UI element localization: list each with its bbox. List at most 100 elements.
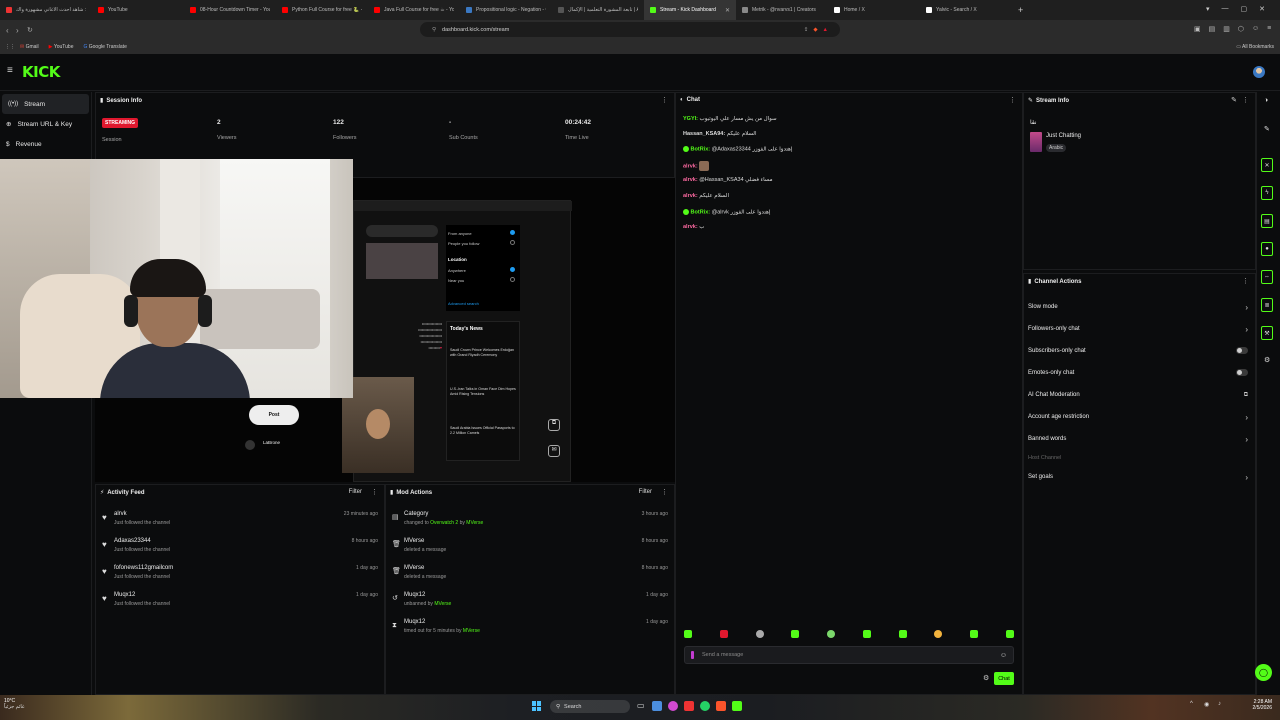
browser-tab[interactable]: Propositional logic - Negation - Chec — [460, 0, 552, 20]
emote-icon[interactable] — [898, 630, 907, 638]
taskbar-app-icon[interactable] — [684, 701, 694, 711]
emote-icon[interactable] — [719, 630, 728, 638]
whatsapp-icon[interactable] — [700, 701, 710, 711]
bookmark-gmail[interactable]: ✉ Gmail — [20, 44, 39, 50]
windows-start-icon[interactable] — [532, 701, 542, 711]
taskbar-app-icon[interactable] — [652, 701, 662, 711]
mod-menu-icon[interactable]: ⋮ — [661, 488, 668, 496]
close-window-icon[interactable]: ✕ — [1259, 5, 1265, 13]
new-tab-button[interactable]: + — [1018, 5, 1023, 15]
browser-tab[interactable]: 08-Hour Countdown Timer - YouTub — [184, 0, 276, 20]
emote-icon[interactable] — [684, 630, 692, 638]
weather-widget[interactable]: 10°C غائم جزئياً — [4, 698, 25, 710]
activity-filter-button[interactable]: Filter — [349, 489, 362, 495]
browser-tab[interactable]: Python Full Course for free 🐍 - You — [276, 0, 368, 20]
taskbar-app-icon[interactable] — [668, 701, 678, 711]
menu-icon[interactable]: ≡ — [1267, 25, 1271, 33]
emote-icon[interactable] — [862, 630, 871, 638]
profile-icon[interactable]: ☺ — [1252, 25, 1259, 33]
browser-tab[interactable]: Yalvic - Search / X — [920, 0, 1012, 20]
rail-resize-button[interactable]: ⇔ — [1261, 270, 1273, 284]
sidebar-icon[interactable]: ▤ — [1209, 25, 1216, 33]
rail-list-button[interactable]: ≣ — [1261, 298, 1273, 312]
address-bar[interactable]: ⚲ dashboard.kick.com/stream ⇪ ◆ ▲ — [420, 22, 840, 37]
emote-icon[interactable] — [970, 630, 979, 638]
back-icon[interactable]: ‹ — [6, 26, 9, 35]
apps-icon[interactable]: ⋮⋮ — [5, 44, 15, 50]
toggle-icon[interactable]: ◑ — [1264, 97, 1268, 104]
sidebar-item-stream[interactable]: ((•)) Stream — [2, 94, 89, 114]
tab-label: كرانيني رول: شاهد أحدث الأغاني مشهورة وا… — [16, 7, 86, 13]
taskbar-search[interactable]: ⚲ Search — [550, 700, 630, 713]
maximize-icon[interactable]: ▢ — [1241, 5, 1248, 13]
session-info-menu-icon[interactable]: ⋮ — [661, 96, 668, 104]
share-icon[interactable]: ⇪ — [804, 27, 809, 33]
rail-chat-button[interactable]: ● — [1261, 242, 1273, 256]
followers-only-chat-row[interactable]: Followers-only chat › — [1028, 318, 1252, 340]
chat-settings-icon[interactable]: ⚙ — [983, 674, 989, 682]
forward-icon[interactable]: › — [16, 26, 19, 35]
subscribers-only-toggle[interactable] — [1236, 346, 1248, 354]
rail-flash-button[interactable]: ϟ — [1261, 186, 1273, 200]
emote-icon[interactable] — [791, 630, 800, 638]
emote-icon[interactable] — [827, 630, 836, 638]
emoji-picker-icon[interactable]: ☺ — [1000, 652, 1007, 659]
reload-icon[interactable]: ↻ — [27, 26, 33, 34]
pencil-icon[interactable]: ✎ — [1264, 125, 1270, 133]
wallet-icon[interactable]: ▥ — [1223, 25, 1230, 33]
emote-icon[interactable] — [755, 630, 764, 638]
menu-toggle-icon[interactable]: ≡ — [7, 65, 13, 76]
brave-rewards-icon[interactable]: ▲ — [823, 27, 828, 33]
mod-filter-button[interactable]: Filter — [639, 489, 652, 495]
browser-tab[interactable]: Metrik - @nvarvs1 | Creators — [736, 0, 828, 20]
slow-mode-row[interactable]: Slow mode › — [1028, 296, 1252, 318]
chat-input[interactable]: Send a message ☺ — [684, 646, 1014, 664]
kick-app-icon[interactable] — [732, 701, 742, 711]
set-goals-row[interactable]: Set goals › — [1028, 466, 1252, 488]
all-bookmarks[interactable]: ▭ All Bookmarks — [1236, 44, 1274, 50]
taskbar-clock[interactable]: 2:28 AM 2/5/2026 — [1226, 699, 1272, 711]
task-view-icon[interactable]: ▭ — [637, 701, 645, 710]
chat-menu-icon[interactable]: ⋮ — [1009, 96, 1016, 104]
ai-chat-moderation-row[interactable]: AI Chat Moderation ⧉ — [1028, 384, 1252, 406]
browser-tab[interactable]: Home / X — [828, 0, 920, 20]
bookmark-youtube[interactable]: ▶ YouTube — [49, 44, 74, 50]
tray-chevron-icon[interactable]: ^ — [1190, 701, 1193, 707]
sidebar-item-stream-url-key[interactable]: ⊕ Stream URL & Key — [0, 114, 91, 134]
bookmark-google-translate[interactable]: G Google Translate — [83, 44, 126, 50]
brave-shield-icon[interactable]: ◆ — [813, 27, 817, 33]
vpn-icon[interactable]: ⬡ — [1238, 25, 1244, 33]
language-tag: Arabic — [1046, 144, 1067, 152]
user-avatar[interactable] — [1253, 66, 1265, 78]
site-info-icon[interactable]: ⚲ — [432, 27, 436, 33]
activity-menu-icon[interactable]: ⋮ — [371, 488, 378, 496]
emote-icon[interactable] — [934, 630, 943, 638]
browser-tab[interactable]: تابعة المشورة التعلمية | الإكمال | AA — [552, 0, 644, 20]
browser-tab[interactable]: Stream - Kick Dashboard ✕ — [644, 0, 736, 20]
extensions-icon[interactable]: ▣ — [1194, 25, 1201, 33]
settings-icon[interactable]: ⚙ — [1264, 356, 1270, 364]
minimize-icon[interactable]: — — [1222, 5, 1229, 13]
rail-document-button[interactable]: ▤ — [1261, 214, 1273, 228]
sidebar-item-revenue[interactable]: $ Revenue — [0, 134, 91, 154]
rail-close-button[interactable]: ✕ — [1261, 158, 1273, 172]
browser-tab[interactable]: كرانيني رول: شاهد أحدث الأغاني مشهورة وا… — [0, 0, 92, 20]
rail-tools-button[interactable]: ⚒ — [1261, 326, 1273, 340]
tab-close-icon[interactable]: ✕ — [725, 7, 730, 14]
browser-tab[interactable]: Java Full Course for free ☕ - YouTub — [368, 0, 460, 20]
emote-icon[interactable] — [1005, 630, 1014, 638]
chat-send-button[interactable]: Chat — [994, 672, 1014, 685]
tab-search-icon[interactable]: ▾ — [1206, 5, 1210, 13]
stream-info-menu-icon[interactable]: ⋮ — [1242, 96, 1249, 104]
browser-tab[interactable]: YouTube — [92, 0, 184, 20]
emotes-only-toggle[interactable] — [1236, 368, 1248, 376]
channel-actions-menu-icon[interactable]: ⋮ — [1242, 277, 1249, 285]
help-chat-button[interactable]: ◯ — [1255, 664, 1272, 681]
brave-icon[interactable] — [716, 701, 726, 711]
tray-volume-icon[interactable]: ♪ — [1218, 701, 1221, 707]
edit-icon[interactable]: ✎ — [1231, 96, 1237, 104]
tray-network-icon[interactable]: ◉ — [1204, 701, 1209, 708]
account-age-restriction-row[interactable]: Account age restriction › — [1028, 406, 1252, 428]
chat-message: YGYI: سوال من يش مسار علي اليوتيوب — [683, 116, 777, 122]
kick-logo[interactable]: KICK — [22, 63, 60, 81]
